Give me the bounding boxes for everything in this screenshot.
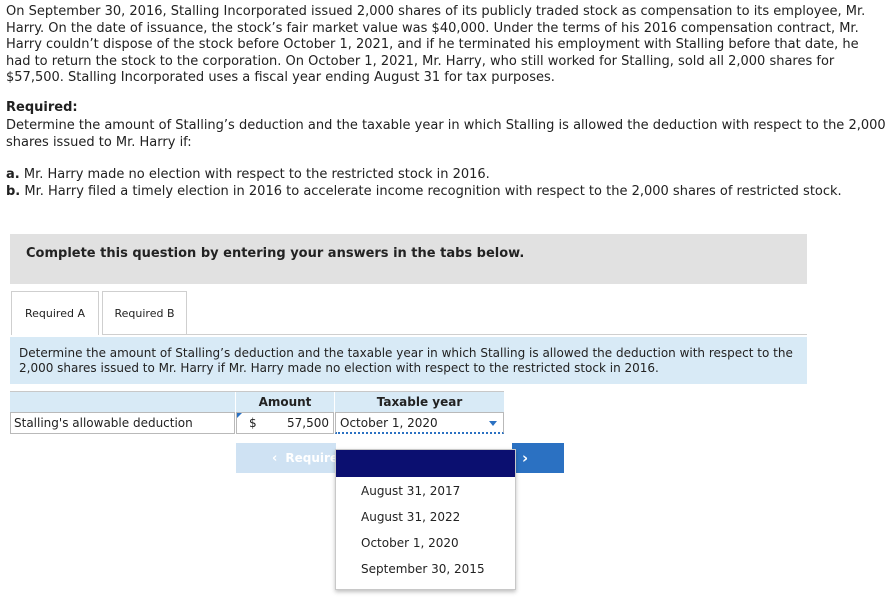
dropdown-highlighted-option[interactable] — [336, 450, 515, 477]
table-header-blank — [10, 392, 235, 412]
complete-banner: Complete this question by entering your … — [10, 234, 807, 284]
prev-tab-button[interactable]: ‹ Require — [236, 443, 336, 473]
dropdown-option-aug-2022[interactable]: August 31, 2022 — [361, 510, 460, 524]
part-a-letter: a. — [6, 167, 20, 182]
amount-input[interactable]: $ 57,500 — [236, 412, 334, 434]
table-header-taxable-year: Taxable year — [335, 392, 504, 412]
taxable-year-dropdown: August 31, 2017 August 31, 2022 October … — [335, 449, 516, 590]
dropdown-option-aug-2017[interactable]: August 31, 2017 — [361, 484, 460, 498]
part-a: a. Mr. Harry made no election with respe… — [6, 166, 886, 183]
chevron-right-icon: › — [522, 449, 529, 467]
part-b-text: Mr. Harry filed a timely election in 201… — [24, 184, 842, 199]
taxable-year-select[interactable]: October 1, 2020 — [335, 412, 504, 434]
question-parts: a. Mr. Harry made no election with respe… — [6, 166, 886, 200]
dropdown-arrow-icon[interactable] — [489, 421, 497, 426]
part-b: b. Mr. Harry filed a timely election in … — [6, 183, 886, 200]
dropdown-option-sep-2015[interactable]: September 30, 2015 — [361, 562, 485, 576]
tab-required-a[interactable]: Required A — [11, 291, 99, 335]
tab-required-b-label: Required B — [114, 306, 175, 320]
next-tab-button[interactable]: › — [512, 443, 564, 473]
tab-divider — [187, 334, 807, 335]
prev-tab-label: Require — [285, 451, 336, 465]
dropdown-option-oct-2020[interactable]: October 1, 2020 — [361, 536, 459, 550]
required-text: Determine the amount of Stalling’s deduc… — [6, 118, 886, 150]
row-label-allowable-deduction: Stalling's allowable deduction — [10, 412, 235, 434]
input-corner-marker — [237, 413, 242, 418]
currency-symbol: $ — [249, 416, 257, 430]
tab-required-b[interactable]: Required B — [102, 291, 187, 335]
instruction-panel: Determine the amount of Stalling’s deduc… — [10, 337, 807, 384]
taxable-year-selected: October 1, 2020 — [340, 415, 438, 430]
amount-value: 57,500 — [287, 416, 329, 430]
table-header-amount: Amount — [236, 392, 334, 412]
chevron-left-icon: ‹ — [272, 450, 278, 466]
complete-banner-text: Complete this question by entering your … — [26, 246, 525, 261]
part-a-text: Mr. Harry made no election with respect … — [23, 167, 490, 182]
required-heading: Required: — [6, 100, 78, 115]
part-b-letter: b. — [6, 184, 21, 199]
tab-required-a-label: Required A — [25, 307, 85, 320]
question-scenario: On September 30, 2016, Stalling Incorpor… — [6, 4, 866, 85]
